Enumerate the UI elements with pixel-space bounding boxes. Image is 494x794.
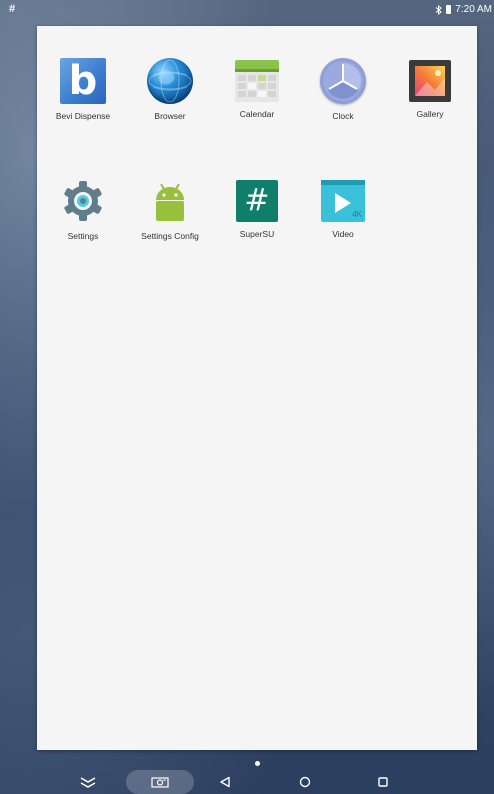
status-right: 7:20 AM: [435, 4, 492, 15]
app-label: Browser: [154, 111, 186, 121]
bevi-icon: b: [60, 58, 106, 104]
recents-button[interactable]: [371, 770, 395, 794]
app-label: Settings Config: [141, 231, 199, 241]
camera-icon: [151, 777, 169, 788]
screenshot-button[interactable]: [126, 770, 194, 794]
hide-bar-button[interactable]: [74, 770, 102, 794]
app-settings[interactable]: Settings: [39, 178, 127, 241]
app-video[interactable]: 4K Video: [299, 178, 387, 239]
navigation-bar: [0, 770, 494, 794]
app-calendar[interactable]: Calendar: [213, 58, 301, 119]
app-gallery[interactable]: Gallery: [386, 58, 474, 119]
app-label: Calendar: [239, 109, 275, 119]
app-settings-config[interactable]: Settings Config: [126, 178, 214, 241]
video-4k-badge: 4K: [352, 210, 362, 219]
recents-square-icon: [378, 777, 388, 787]
android-icon: [147, 178, 193, 224]
page-indicator-dot: [255, 761, 260, 766]
app-label: Gallery: [416, 109, 444, 119]
app-label: Settings: [67, 231, 99, 241]
app-clock[interactable]: Clock: [299, 58, 387, 121]
back-button[interactable]: [213, 770, 237, 794]
app-label: SuperSU: [239, 229, 275, 239]
status-bar: # 7:20 AM: [0, 0, 494, 20]
video-play-icon: 4K: [321, 180, 365, 222]
home-button[interactable]: [293, 770, 317, 794]
app-label: Clock: [332, 111, 354, 121]
app-label: Video: [332, 229, 354, 239]
gear-icon: [60, 178, 106, 224]
app-label: Bevi Dispense: [55, 111, 111, 121]
clock-icon: [320, 58, 366, 104]
status-hash-icon: #: [9, 3, 16, 15]
bevi-icon-glyph: b: [68, 58, 98, 104]
hash-icon: #: [236, 180, 278, 222]
gallery-icon: [409, 60, 451, 102]
battery-icon: [446, 5, 452, 14]
app-browser[interactable]: Browser: [126, 58, 214, 121]
home-circle-icon: [299, 776, 311, 788]
globe-icon: [147, 58, 193, 104]
home-screen: # 7:20 AM b Bevi Dispense Browser Calend…: [0, 0, 494, 794]
calendar-icon: [235, 60, 279, 102]
app-supersu[interactable]: # SuperSU: [213, 178, 301, 239]
bluetooth-icon: [435, 4, 443, 15]
app-bevi-dispense[interactable]: b Bevi Dispense: [39, 58, 127, 121]
app-drawer: b Bevi Dispense Browser Calendar Clock G…: [37, 26, 477, 750]
status-time: 7:20 AM: [455, 4, 492, 15]
back-triangle-icon: [220, 776, 230, 788]
double-chevron-down-icon: [80, 777, 96, 788]
